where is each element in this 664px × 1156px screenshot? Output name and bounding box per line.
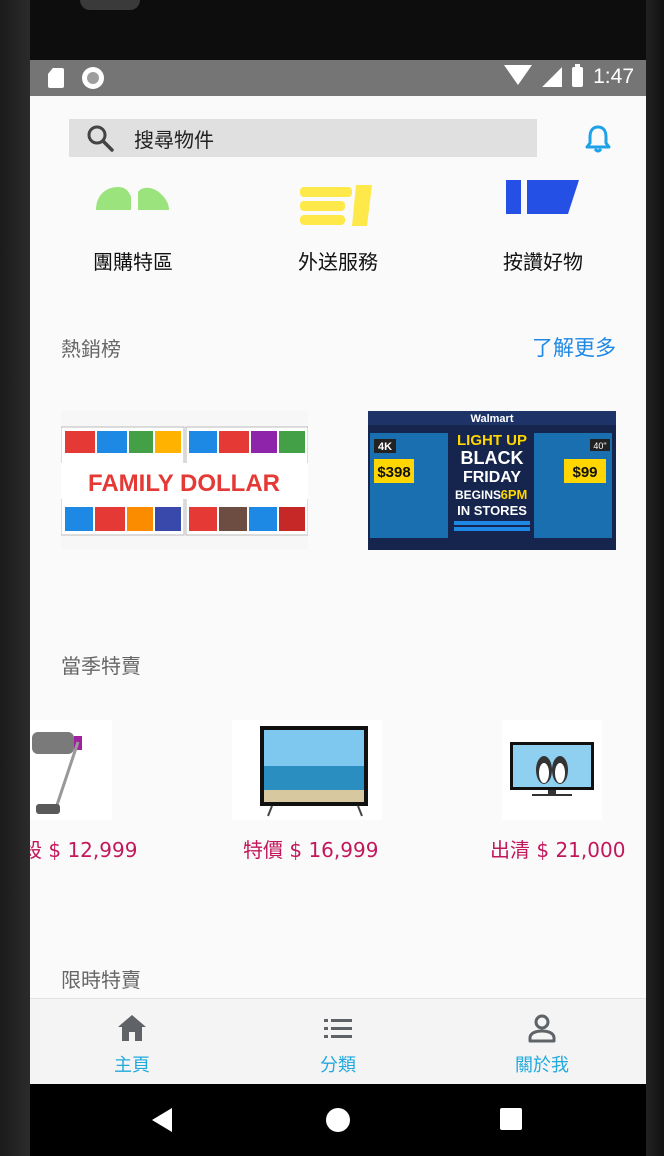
category-group-buy[interactable]: 團購特區	[63, 175, 203, 280]
nav-label: 主頁	[114, 1055, 150, 1076]
bottom-navigation: 主頁 分類 關於我	[30, 998, 646, 1084]
device-bezel-left	[0, 0, 30, 1156]
sync-icon	[82, 67, 104, 89]
category-row: 團購特區 外送服務 按讚好物	[30, 175, 646, 285]
nav-category[interactable]: 分類	[278, 1013, 398, 1077]
battery-icon	[572, 64, 584, 87]
bell-icon[interactable]	[582, 123, 614, 155]
device-bezel-right	[646, 0, 664, 1156]
system-navigation-bar	[30, 1084, 646, 1156]
product-price: 殺 $ 12,999	[30, 838, 138, 862]
search-icon	[86, 124, 114, 152]
nav-label: 關於我	[515, 1055, 569, 1076]
season-product-row: 殺 $ 12,999 特價 $ 16,999 出清 $ 21,000	[30, 720, 646, 865]
family-dollar-banner[interactable]: FAMILY DOLLAR	[61, 411, 308, 550]
back-icon[interactable]	[152, 1108, 172, 1132]
search-input[interactable]: 搜尋物件	[134, 124, 214, 153]
category-label: 團購特區	[93, 250, 173, 274]
nav-home[interactable]: 主頁	[72, 1013, 192, 1077]
svg-text:4K: 4K	[378, 441, 392, 453]
svg-text:BLACK: BLACK	[461, 448, 524, 468]
product-price: 出清 $ 21,000	[490, 838, 626, 862]
device-camera-notch	[80, 0, 140, 10]
home-circle-icon[interactable]	[326, 1108, 350, 1132]
walmart-banner[interactable]: Walmart 4K 40" $398 $99 LIGHT UP BLACK F…	[368, 411, 616, 550]
category-delivery[interactable]: 外送服務	[268, 175, 408, 280]
svg-text:$398: $398	[377, 464, 410, 481]
device-frame: 1:47 搜尋物件 團購特區 外送服務 按讚好物 熱銷榜 了解更多 FAMILY…	[0, 0, 664, 1156]
walmart-logo: Walmart	[471, 413, 514, 425]
status-time: 1:47	[593, 65, 634, 88]
home-icon	[72, 1013, 192, 1047]
flash-section-title: 限時特賣	[61, 968, 141, 992]
svg-text:LIGHT UP: LIGHT UP	[457, 432, 527, 449]
svg-text:$99: $99	[572, 464, 597, 481]
svg-text:6PM: 6PM	[501, 487, 528, 502]
family-dollar-logo: FAMILY DOLLAR	[88, 470, 280, 497]
product-price: 特價 $ 16,999	[243, 838, 379, 862]
hot-section-title: 熱銷榜	[61, 337, 121, 361]
list-icon	[278, 1013, 398, 1047]
recent-apps-icon[interactable]	[500, 1108, 522, 1130]
app-screen: 1:47 搜尋物件 團購特區 外送服務 按讚好物 熱銷榜 了解更多 FAMILY…	[30, 60, 646, 1084]
status-bar: 1:47	[30, 60, 646, 96]
category-like[interactable]: 按讚好物	[473, 175, 613, 280]
like-icon	[473, 175, 613, 235]
category-label: 按讚好物	[503, 250, 583, 274]
nav-about-me[interactable]: 關於我	[482, 1013, 602, 1077]
wifi-icon	[504, 65, 533, 85]
svg-text:40": 40"	[593, 441, 606, 451]
search-bar[interactable]: 搜尋物件	[69, 119, 537, 157]
signal-icon	[542, 67, 563, 87]
svg-text:FRIDAY: FRIDAY	[463, 469, 521, 486]
nav-label: 分類	[320, 1055, 356, 1076]
season-section-title: 當季特賣	[61, 654, 141, 678]
group-buy-icon	[63, 175, 203, 235]
vacuum-image	[30, 720, 112, 820]
svg-text:BEGINS: BEGINS	[455, 488, 501, 502]
sd-card-icon	[48, 68, 64, 88]
penguin-tv-image	[502, 720, 602, 820]
delivery-icon	[268, 175, 408, 235]
person-icon	[482, 1013, 602, 1047]
svg-text:IN STORES: IN STORES	[457, 503, 527, 518]
category-label: 外送服務	[298, 250, 378, 274]
learn-more-link[interactable]: 了解更多	[532, 332, 616, 362]
television-image	[232, 720, 382, 820]
